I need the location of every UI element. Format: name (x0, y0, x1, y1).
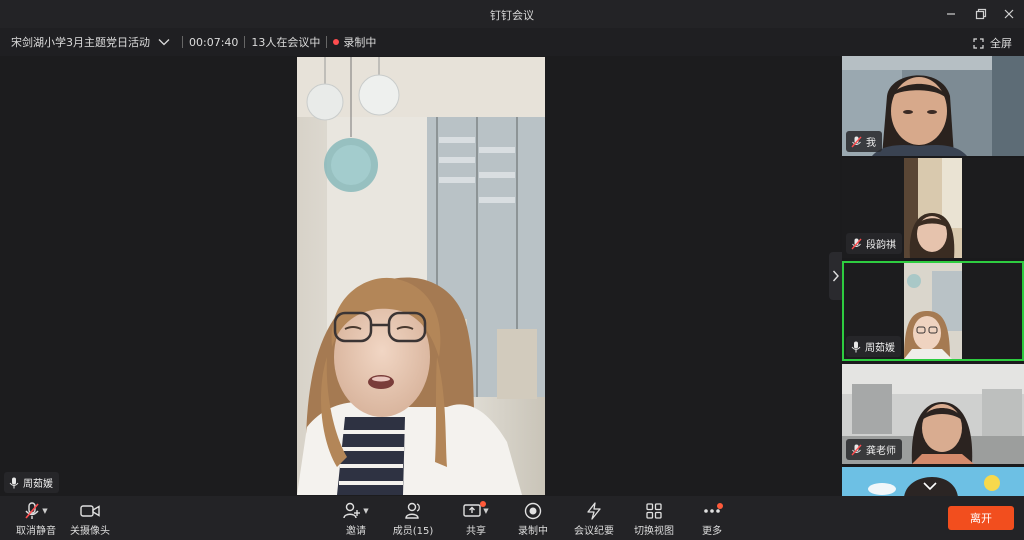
microphone-icon (9, 477, 19, 488)
participant-name-tag: 段韵祺 (846, 233, 902, 254)
unmute-label: 取消静音 (16, 526, 56, 537)
camera-off-button[interactable]: 关摄像头 (70, 501, 110, 537)
minutes-icon (587, 502, 601, 520)
participant-tile[interactable] (842, 467, 1024, 496)
close-icon (1004, 9, 1014, 19)
notification-dot (717, 503, 723, 509)
switch-view-button[interactable]: 切换视图 (634, 501, 674, 537)
scroll-down-button[interactable] (922, 481, 938, 494)
more-button[interactable]: 更多 (700, 501, 724, 537)
divider (326, 36, 328, 48)
close-button[interactable] (998, 4, 1020, 24)
caret-down-icon[interactable]: ▼ (363, 507, 368, 515)
notification-dot (480, 501, 486, 507)
fullscreen-button[interactable]: 全屏 (973, 35, 1012, 51)
chevron-down-icon (923, 482, 937, 491)
participant-name: 周茹媛 (865, 343, 895, 354)
leave-meeting-button[interactable]: 离开 (948, 506, 1014, 530)
restore-icon (975, 8, 987, 20)
participant-tile[interactable]: 段韵祺 (842, 158, 1024, 258)
speaker-video-frame (297, 57, 545, 495)
participant-list: 我 段韵祺 周茹媛 龚老师 (842, 56, 1024, 496)
bottom-toolbar: ▼ 取消静音 关摄像头 ▼ 邀请 成员(15) ▼ 共享 录制中 会议纪要 切换… (0, 496, 1024, 540)
participant-name-tag: 周茹媛 (846, 336, 901, 357)
participant-tile-active[interactable]: 周茹媛 (842, 261, 1024, 361)
meeting-info-bar: 宋剑湖小学3月主题党日活动 00:07:40 13人在会议中 录制中 全屏 (0, 28, 1024, 56)
chevron-right-icon (832, 270, 839, 282)
meeting-minutes-label: 会议纪要 (574, 526, 614, 537)
share-button[interactable]: ▼ 共享 (460, 501, 492, 537)
members-button[interactable]: 成员(15) (392, 501, 434, 537)
participant-tile[interactable]: 龚老师 (842, 364, 1024, 464)
fullscreen-label: 全屏 (990, 37, 1012, 50)
divider (182, 36, 183, 48)
window-title: 钉钉会议 (490, 9, 534, 22)
invite-button[interactable]: ▼ 邀请 (340, 501, 372, 537)
microphone-muted-icon (851, 238, 862, 249)
recording-dot-icon (333, 39, 340, 45)
main-speaker-name-tag: 周茹媛 (4, 472, 59, 493)
switch-view-label: 切换视图 (634, 526, 674, 537)
microphone-muted-icon (25, 502, 39, 519)
main-speaker-video[interactable] (297, 57, 545, 495)
camera-off-label: 关摄像头 (70, 526, 110, 537)
unmute-button[interactable]: ▼ 取消静音 (10, 501, 62, 537)
participant-name: 我 (866, 138, 876, 149)
fullscreen-icon (973, 37, 984, 49)
meeting-info-dropdown[interactable] (158, 38, 170, 46)
minimize-icon (947, 13, 955, 15)
record-button[interactable]: 录制中 (516, 501, 550, 537)
record-icon (524, 502, 542, 520)
caret-down-icon[interactable]: ▼ (42, 507, 47, 515)
microphone-icon (851, 341, 861, 352)
participant-name-tag: 我 (846, 131, 882, 152)
add-user-icon (343, 502, 361, 519)
caret-down-icon[interactable]: ▼ (483, 507, 488, 515)
title-bar: 钉钉会议 (0, 0, 1024, 28)
participant-tile[interactable]: 我 (842, 56, 1024, 156)
users-icon (405, 502, 420, 519)
participant-name-tag: 龚老师 (846, 439, 902, 460)
invite-label: 邀请 (346, 526, 366, 537)
recording-status: 录制中 (343, 36, 377, 49)
video-camera-icon (80, 505, 100, 517)
participants-status: 13人在会议中 (251, 36, 321, 49)
participant-name: 段韵祺 (866, 240, 896, 251)
participant-name: 龚老师 (866, 446, 896, 457)
meeting-name: 宋剑湖小学3月主题党日活动 (11, 36, 150, 49)
grid-view-icon (646, 503, 662, 519)
more-label: 更多 (702, 526, 722, 537)
restore-button[interactable] (970, 4, 992, 24)
chevron-down-icon (158, 39, 170, 46)
microphone-muted-icon (851, 136, 862, 147)
minimize-button[interactable] (940, 4, 962, 24)
microphone-muted-icon (851, 444, 862, 455)
meeting-duration: 00:07:40 (189, 35, 239, 49)
collapse-participants-button[interactable] (829, 252, 842, 300)
record-label: 录制中 (518, 526, 548, 537)
share-label: 共享 (466, 526, 486, 537)
screen-share-icon (463, 504, 481, 517)
meeting-minutes-button[interactable]: 会议纪要 (574, 501, 614, 537)
members-label: 成员(15) (392, 526, 434, 537)
divider (244, 36, 246, 48)
main-speaker-name: 周茹媛 (23, 479, 53, 490)
main-stage: 周茹媛 (0, 56, 840, 496)
